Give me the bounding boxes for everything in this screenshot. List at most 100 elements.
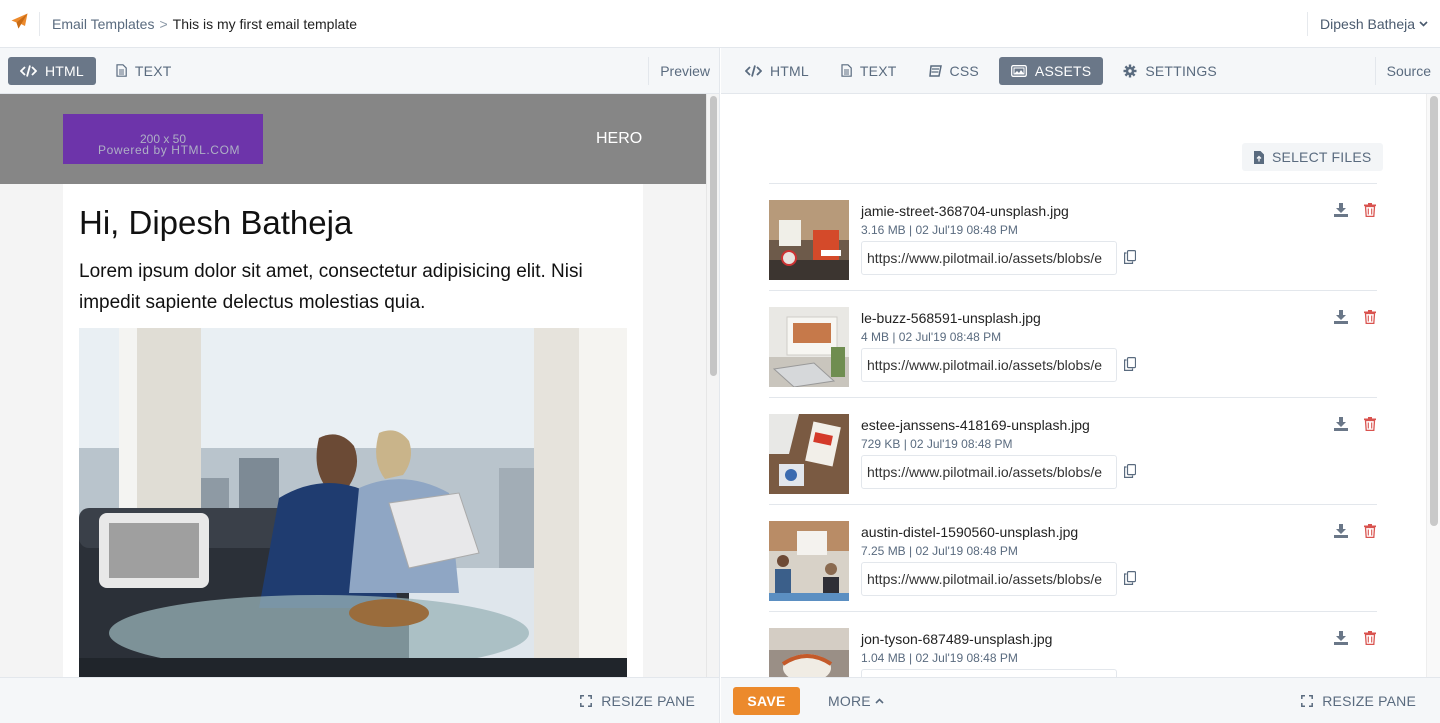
list-item: jon-tyson-687489-unsplash.jpg 1.04 MB | … (769, 611, 1377, 677)
chevron-down-icon (1419, 19, 1428, 30)
scrollbar-thumb[interactable] (1430, 96, 1438, 526)
asset-file-name: jamie-street-368704-unsplash.jpg (861, 203, 1069, 219)
resize-pane-button[interactable]: RESIZE PANE (580, 687, 695, 715)
resize-pane-label: RESIZE PANE (601, 693, 695, 709)
select-files-label: SELECT FILES (1272, 149, 1372, 165)
user-menu[interactable]: Dipesh Batheja (1307, 12, 1440, 36)
asset-thumbnail[interactable] (769, 628, 849, 677)
more-label: MORE (828, 693, 871, 709)
file-text-icon (116, 64, 127, 77)
asset-url-field[interactable] (861, 562, 1117, 596)
editor-footer: RESIZE PANE (0, 677, 720, 723)
asset-file-name: austin-distel-1590560-unsplash.jpg (861, 524, 1079, 540)
tab-settings[interactable]: SETTINGS (1111, 57, 1229, 85)
trash-icon[interactable] (1364, 631, 1380, 647)
asset-thumbnail[interactable] (769, 414, 849, 494)
copy-icon[interactable] (1124, 571, 1138, 587)
save-button[interactable]: SAVE (733, 687, 800, 715)
asset-url-field[interactable] (861, 669, 1117, 677)
chevron-up-icon (875, 696, 884, 707)
hero-section: 200 x 50 Powered by HTML.COM HERO (0, 94, 706, 184)
email-hero-image (79, 328, 627, 677)
asset-file-name: jon-tyson-687489-unsplash.jpg (861, 631, 1053, 647)
user-name: Dipesh Batheja (1320, 16, 1415, 32)
download-icon[interactable] (1334, 203, 1350, 219)
expand-icon (1301, 695, 1314, 707)
tab-label: TEXT (134, 62, 172, 79)
trash-icon[interactable] (1364, 203, 1380, 219)
resize-pane-button[interactable]: RESIZE PANE (1301, 687, 1416, 715)
email-greeting: Hi, Dipesh Batheja (79, 204, 353, 241)
breadcrumb-current: This is my first email template (172, 15, 358, 32)
assets-list: jamie-street-368704-unsplash.jpg 3.16 MB… (769, 183, 1377, 677)
download-icon[interactable] (1334, 631, 1350, 647)
logo-placeholder: 200 x 50 Powered by HTML.COM (63, 114, 263, 164)
source-label[interactable]: Source (1374, 57, 1440, 85)
asset-file-meta: 4 MB | 02 Jul'19 08:48 PM (861, 330, 1002, 344)
tab-html[interactable]: HTML (733, 57, 821, 85)
tab-assets[interactable]: ASSETS (998, 56, 1104, 85)
top-bar: Email Templates > This is my first email… (0, 0, 1440, 48)
trash-icon[interactable] (1364, 524, 1380, 540)
placeholder-powered-by: Powered by HTML.COM (98, 143, 241, 157)
list-item: austin-distel-1590560-unsplash.jpg 7.25 … (769, 504, 1377, 611)
resize-pane-label: RESIZE PANE (1322, 693, 1416, 709)
trash-icon[interactable] (1364, 310, 1380, 326)
tab-text[interactable]: TEXT (104, 57, 184, 85)
app-logo[interactable] (0, 11, 40, 36)
assets-panel: SELECT FILES jamie-street-368704-unsplas… (721, 94, 1426, 677)
asset-url-field[interactable] (861, 455, 1117, 489)
panel-toolbar: HTML TEXT CSS ASSETS SETTINGS Source (721, 48, 1440, 94)
tab-label: HTML (770, 62, 809, 79)
asset-file-meta: 1.04 MB | 02 Jul'19 08:48 PM (861, 651, 1018, 665)
breadcrumb: Email Templates > This is my first email… (52, 16, 357, 32)
css-icon (928, 64, 942, 77)
asset-file-meta: 3.16 MB | 02 Jul'19 08:48 PM (861, 223, 1018, 237)
paper-plane-icon (11, 13, 28, 34)
tab-css[interactable]: CSS (917, 57, 991, 85)
preview-label[interactable]: Preview (648, 57, 719, 85)
copy-icon[interactable] (1124, 357, 1138, 373)
assets-scrollbar[interactable] (1426, 94, 1440, 677)
asset-thumbnail[interactable] (769, 521, 849, 601)
download-icon[interactable] (1334, 417, 1350, 433)
code-icon (745, 64, 762, 77)
trash-icon[interactable] (1364, 417, 1380, 433)
editor-toolbar: HTML TEXT Preview (0, 48, 720, 94)
more-button[interactable]: MORE (828, 687, 884, 715)
asset-file-meta: 729 KB | 02 Jul'19 08:48 PM (861, 437, 1013, 451)
list-item: jamie-street-368704-unsplash.jpg 3.16 MB… (769, 183, 1377, 290)
tab-label: ASSETS (1034, 62, 1092, 79)
gear-icon (1123, 64, 1137, 78)
tab-html[interactable]: HTML (8, 56, 96, 85)
code-icon (20, 64, 37, 77)
asset-file-name: estee-janssens-418169-unsplash.jpg (861, 417, 1090, 433)
list-item: le-buzz-568591-unsplash.jpg 4 MB | 02 Ju… (769, 290, 1377, 397)
file-upload-icon (1254, 150, 1264, 164)
asset-file-meta: 7.25 MB | 02 Jul'19 08:48 PM (861, 544, 1018, 558)
panel-footer: SAVE MORE RESIZE PANE (721, 677, 1440, 723)
breadcrumb-email-templates[interactable]: Email Templates (52, 16, 154, 32)
hero-label: HERO (596, 130, 643, 147)
asset-thumbnail[interactable] (769, 307, 849, 387)
copy-icon[interactable] (1124, 250, 1138, 266)
asset-thumbnail[interactable] (769, 200, 849, 280)
tab-label: TEXT (859, 62, 897, 79)
copy-icon[interactable] (1124, 464, 1138, 480)
preview-scrollbar[interactable] (706, 94, 720, 677)
select-files-button[interactable]: SELECT FILES (1242, 143, 1384, 171)
download-icon[interactable] (1334, 524, 1350, 540)
scrollbar-thumb[interactable] (710, 96, 717, 376)
asset-url-field[interactable] (861, 348, 1117, 382)
list-item: estee-janssens-418169-unsplash.jpg 729 K… (769, 397, 1377, 504)
breadcrumb-separator: > (159, 15, 168, 32)
asset-file-name: le-buzz-568591-unsplash.jpg (861, 310, 1041, 326)
images-icon (1010, 64, 1027, 77)
asset-url-field[interactable] (861, 241, 1117, 275)
email-preview: 200 x 50 Powered by HTML.COM HERO Hi, Di… (0, 94, 706, 677)
tab-text[interactable]: TEXT (829, 57, 909, 85)
download-icon[interactable] (1334, 310, 1350, 326)
email-body-text: Lorem ipsum dolor sit amet, consectetur … (79, 261, 583, 313)
expand-icon (580, 695, 593, 707)
tab-label: SETTINGS (1145, 62, 1217, 79)
